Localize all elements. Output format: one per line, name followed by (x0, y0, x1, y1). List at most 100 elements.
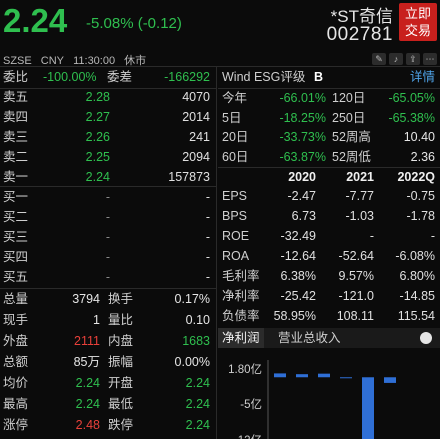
level-price: - (105, 190, 110, 204)
esg-rating: Wind ESG评级 B 详情 (222, 66, 440, 88)
level-volume: - (205, 210, 210, 224)
esg-detail-link[interactable]: 详情 (410, 66, 435, 88)
level-volume: - (205, 270, 210, 284)
stat-value: 1 (93, 313, 100, 327)
performance-row: 60日 -63.87% 52周低 2.36 (222, 148, 440, 167)
level-price: - (105, 230, 110, 244)
stat-value: 2.24 (75, 376, 100, 390)
bid-row: 买二 - - (0, 207, 214, 227)
stat-label: 总额 (3, 355, 29, 369)
trade-button-line1: 立即 (404, 6, 431, 21)
period-return: -66.01% (279, 91, 326, 105)
metric-value: -7.77 (345, 189, 375, 203)
y-tick-label: -12亿 (224, 432, 262, 439)
stat-label: 现手 (3, 313, 29, 327)
more-icon[interactable]: ⋯ (423, 53, 437, 65)
metric-value: -52.64 (338, 249, 374, 263)
stat-label: 涨停 (3, 418, 29, 432)
weibi-label: 委比 (3, 70, 29, 84)
stat-row: 涨停 2.48 跌停 2.24 (0, 415, 214, 435)
bar (384, 377, 396, 383)
metric-label: EPS (222, 189, 248, 203)
metric-value: 58.95% (273, 309, 316, 323)
ask-row: 卖四 2.27 2014 (0, 107, 214, 127)
weibi-row: 委比 -100.00% 委差 -166292 (0, 67, 214, 87)
bid-row: 买一 - - (0, 187, 214, 207)
header-toolbar: ✎ ♪ ⇪ ⋯ (372, 53, 437, 65)
edit-icon[interactable]: ✎ (372, 53, 386, 65)
financials-row: 净利率 -25.42 -121.0 -14.85 (222, 287, 440, 306)
ask-row: 卖三 2.26 241 (0, 127, 214, 147)
bar (274, 373, 286, 378)
level-label: 买二 (3, 210, 29, 224)
stat-value: 3794 (72, 292, 100, 306)
level-label: 卖二 (3, 150, 29, 164)
financials-header: 2020 2021 2022Q (222, 168, 440, 187)
stat-row: 均价 2.24 开盘 2.24 (0, 373, 214, 393)
share-icon[interactable]: ⇪ (406, 53, 420, 65)
divider (216, 66, 217, 439)
metric-label: 净利率 (222, 289, 260, 303)
bar (340, 377, 352, 379)
metric-value: -0.75 (406, 189, 436, 203)
bell-icon[interactable]: ♪ (389, 53, 403, 65)
stat-value: 0.17% (174, 292, 210, 306)
stat-value: 2.48 (75, 418, 100, 432)
period-label: 120日 (332, 91, 366, 105)
stat-label: 最低 (108, 397, 134, 411)
metric-value: 6.38% (280, 269, 316, 283)
stat-label: 内盘 (108, 334, 134, 348)
period-return: -33.73% (279, 130, 326, 144)
level-price: 2.26 (85, 130, 110, 144)
weibi-value: -100.00% (43, 70, 97, 84)
period-label: 5日 (222, 110, 242, 125)
period-label: 52周高 (332, 130, 371, 144)
performance-row: 今年 -66.01% 120日 -65.05% (222, 89, 440, 108)
bid-row: 买三 - - (0, 227, 214, 247)
level-label: 买三 (3, 230, 29, 244)
period-label: 250日 (332, 110, 366, 125)
level-volume: 4070 (182, 90, 210, 104)
ask-row: 卖五 2.28 4070 (0, 87, 214, 107)
financials-row: EPS -2.47 -7.77 -0.75 (222, 187, 440, 206)
metric-value: - (430, 229, 435, 243)
period-return: -18.25% (279, 110, 326, 125)
stat-row: 最高 2.24 最低 2.24 (0, 394, 214, 414)
stat-value: 85万 (73, 355, 100, 369)
stat-label: 换手 (108, 292, 134, 306)
level-label: 买五 (3, 270, 29, 284)
metric-value: -1.03 (345, 209, 375, 223)
metric-value: -1.78 (406, 209, 436, 223)
level-label: 卖五 (3, 90, 29, 104)
financials-row: ROA -12.64 -52.64 -6.08% (222, 247, 440, 266)
quote-header: 2.24 -5.08% (-0.12) *ST奇信 002781 立即 交易 S… (0, 0, 440, 67)
toggle-icon[interactable] (420, 332, 432, 344)
bar (318, 373, 330, 378)
financials-row: BPS 6.73 -1.03 -1.78 (222, 207, 440, 226)
metric-value: -25.42 (280, 289, 316, 303)
column-header: 2020 (288, 170, 316, 184)
bar (296, 374, 308, 378)
metric-value: -121.0 (338, 289, 374, 303)
metric-value: -32.49 (280, 229, 316, 243)
stat-label: 最高 (3, 397, 29, 411)
bar (362, 377, 374, 439)
financials-row: ROE -32.49 - - (222, 227, 440, 246)
bid-row: 买五 - - (0, 267, 214, 287)
metric-value: -12.64 (280, 249, 316, 263)
tab-net-profit[interactable]: 净利润 (218, 328, 264, 348)
period-value: -65.38% (388, 110, 435, 125)
metric-value: 6.80% (399, 269, 435, 283)
trade-now-button[interactable]: 立即 交易 (399, 3, 437, 41)
column-header: 2021 (346, 170, 374, 184)
stat-row: 总量 3794 换手 0.17% (0, 289, 214, 309)
level-volume: - (205, 190, 210, 204)
stat-label: 开盘 (108, 376, 134, 390)
stat-label: 量比 (108, 313, 134, 327)
stat-value: 0.10 (185, 313, 210, 327)
trade-button-line2: 交易 (404, 23, 431, 38)
period-value: -65.05% (388, 91, 435, 105)
tab-total-revenue[interactable]: 营业总收入 (274, 328, 345, 348)
level-label: 卖一 (3, 170, 29, 184)
level-volume: 2014 (182, 110, 210, 124)
